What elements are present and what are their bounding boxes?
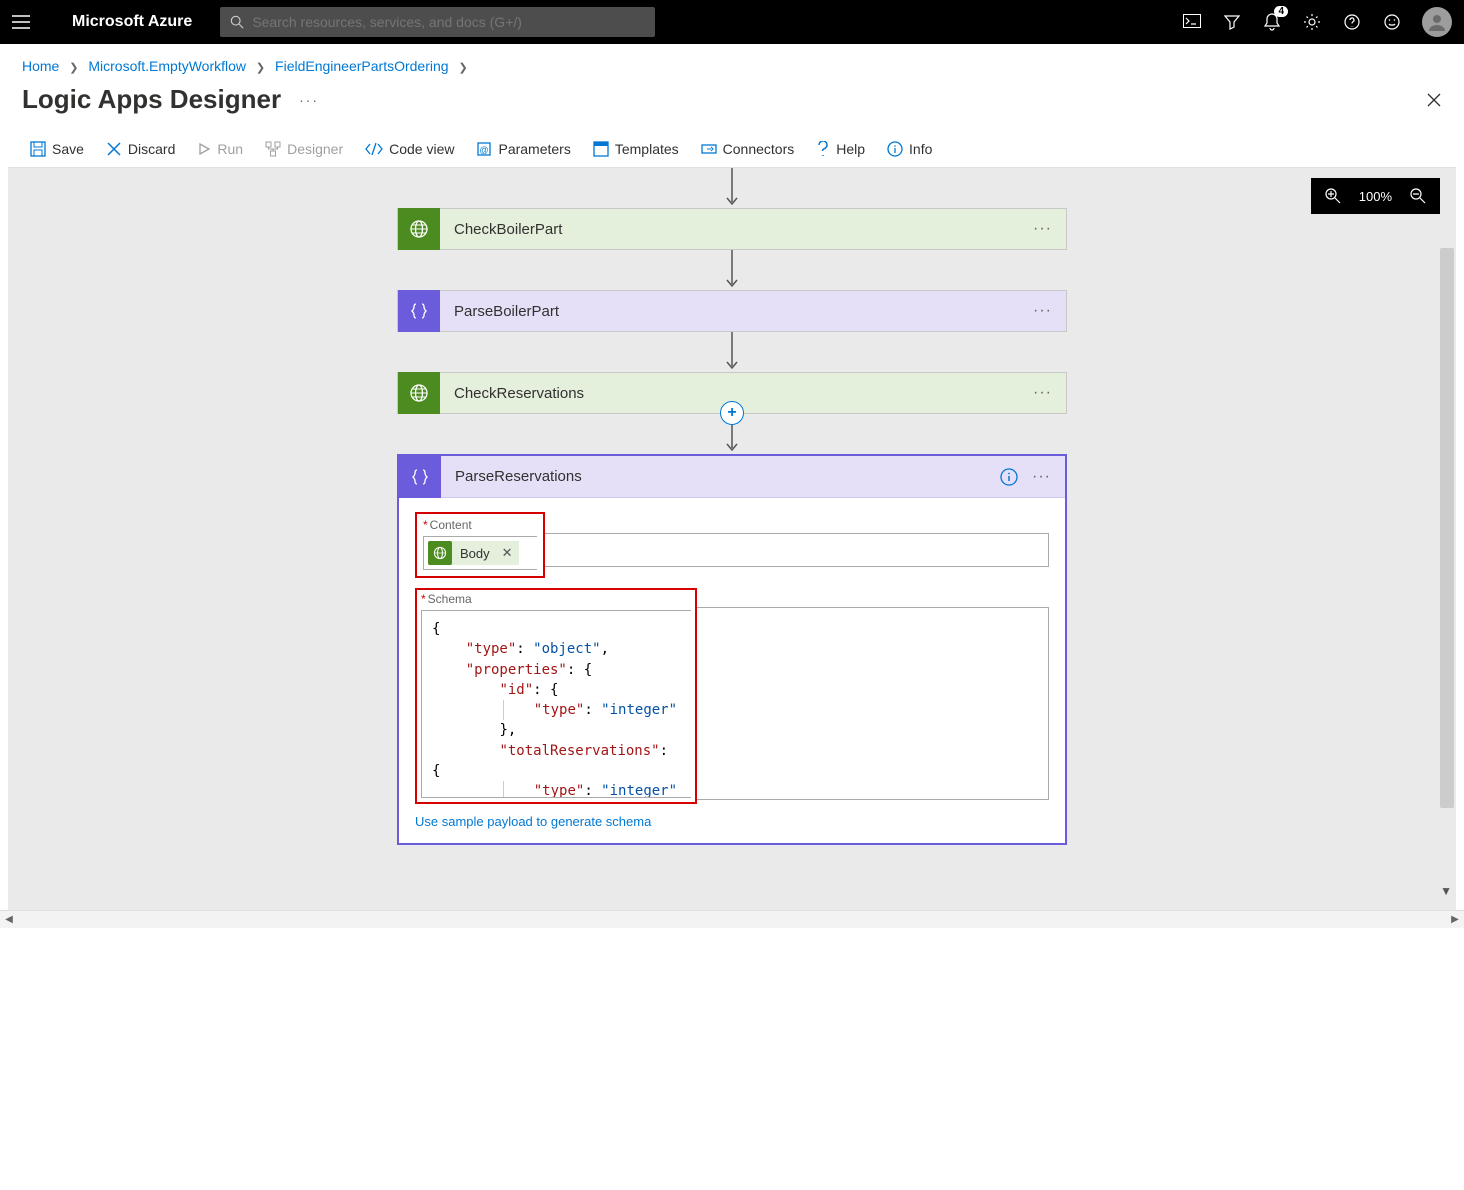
schema-field-highlight: *Schema { "type": "object", "properties"… — [415, 588, 697, 804]
chevron-right-icon: ❯ — [256, 62, 265, 74]
top-icons: 4 — [1182, 12, 1402, 32]
content-label: *Content — [423, 518, 537, 532]
page-title: Logic Apps Designer — [22, 84, 281, 115]
feedback-icon[interactable] — [1382, 12, 1402, 32]
globe-icon — [428, 541, 452, 565]
workflow: CheckBoilerPart ··· ParseBoilerPart ··· … — [397, 168, 1067, 845]
parameters-icon: @ — [476, 141, 492, 157]
command-bar: Save Discard Run Designer Code view @ Pa… — [8, 133, 1456, 168]
card-info-icon[interactable] — [1000, 468, 1018, 486]
sample-payload-link[interactable]: Use sample payload to generate schema — [415, 814, 651, 829]
breadcrumb: Home ❯ Microsoft.EmptyWorkflow ❯ FieldEn… — [0, 44, 1464, 80]
globe-icon — [398, 208, 440, 250]
chevron-right-icon: ❯ — [458, 62, 467, 74]
templates-icon — [593, 141, 609, 157]
help-cmd-icon — [816, 141, 830, 157]
arrow-icon — [725, 250, 739, 290]
info-button[interactable]: Info — [887, 141, 932, 157]
title-bar: Logic Apps Designer ··· — [0, 80, 1464, 133]
scroll-right-icon[interactable]: ▶ — [1446, 914, 1464, 925]
title-more-icon[interactable]: ··· — [299, 92, 319, 108]
filter-icon[interactable] — [1222, 12, 1242, 32]
connectors-button[interactable]: Connectors — [701, 141, 795, 157]
card-menu-icon[interactable]: ··· — [1032, 468, 1051, 486]
zoom-level: 100% — [1359, 189, 1392, 204]
body-token[interactable]: Body ✕ — [428, 541, 519, 565]
designer-canvas[interactable]: 100% ▼ CheckBoilerPart ··· ParseBoilerPa… — [8, 168, 1456, 910]
parameters-button[interactable]: @ Parameters — [476, 141, 570, 157]
card-menu-icon[interactable]: ··· — [1033, 220, 1052, 238]
braces-icon — [399, 456, 441, 498]
hamburger-icon[interactable] — [12, 15, 44, 29]
card-parse-reservations: ParseReservations ··· *Content — [397, 454, 1067, 845]
discard-button[interactable]: Discard — [106, 141, 175, 157]
templates-button[interactable]: Templates — [593, 141, 679, 157]
card-title: CheckBoilerPart — [440, 221, 562, 238]
card-menu-icon[interactable]: ··· — [1033, 384, 1052, 402]
zoom-control: 100% — [1311, 178, 1440, 214]
schema-editor[interactable]: { "type": "object", "properties": { "id"… — [421, 610, 691, 798]
card-menu-icon[interactable]: ··· — [1033, 302, 1052, 320]
play-icon — [197, 142, 211, 156]
content-field-highlight: *Content Body ✕ — [415, 512, 545, 578]
schema-editor-extension[interactable] — [697, 607, 1049, 800]
search-box[interactable] — [220, 7, 655, 37]
save-icon — [30, 141, 46, 157]
discard-icon — [106, 141, 122, 157]
code-icon — [365, 142, 383, 156]
close-icon[interactable] — [1426, 92, 1442, 108]
card-title: ParseReservations — [441, 468, 1000, 485]
chevron-right-icon: ❯ — [69, 62, 78, 74]
designer-icon — [265, 141, 281, 157]
top-bar: Microsoft Azure 4 — [0, 0, 1464, 44]
zoom-in-icon[interactable] — [1325, 188, 1341, 204]
braces-icon — [398, 290, 440, 332]
schema-label: *Schema — [421, 592, 691, 606]
arrow-icon — [725, 168, 739, 208]
cloud-shell-icon[interactable] — [1182, 12, 1202, 32]
svg-text:@: @ — [480, 145, 489, 155]
info-icon — [887, 141, 903, 157]
search-input[interactable] — [252, 14, 645, 30]
help-button[interactable]: Help — [816, 141, 865, 157]
connectors-icon — [701, 142, 717, 156]
globe-icon — [398, 372, 440, 414]
card-title: ParseBoilerPart — [440, 303, 559, 320]
content-input-extension[interactable] — [545, 533, 1049, 567]
breadcrumb-home[interactable]: Home — [22, 58, 59, 74]
vertical-scrollbar[interactable] — [1440, 248, 1454, 808]
card-header[interactable]: ParseReservations ··· — [399, 456, 1065, 498]
scroll-down-icon[interactable]: ▼ — [1440, 884, 1452, 898]
search-icon — [230, 15, 244, 29]
card-check-boiler-part[interactable]: CheckBoilerPart ··· — [397, 208, 1067, 250]
brand-label: Microsoft Azure — [72, 13, 192, 31]
content-input[interactable]: Body ✕ — [423, 536, 537, 570]
card-body: *Content Body ✕ — [399, 498, 1065, 843]
notifications-icon[interactable]: 4 — [1262, 12, 1282, 32]
card-title: CheckReservations — [440, 385, 584, 402]
arrow-icon: + — [725, 414, 739, 454]
help-icon[interactable] — [1342, 12, 1362, 32]
breadcrumb-ordering[interactable]: FieldEngineerPartsOrdering — [275, 58, 449, 74]
horizontal-scrollbar[interactable]: ◀ ▶ — [0, 910, 1464, 928]
breadcrumb-workflow[interactable]: Microsoft.EmptyWorkflow — [88, 58, 246, 74]
avatar[interactable] — [1422, 7, 1452, 37]
run-button: Run — [197, 141, 243, 157]
arrow-icon — [725, 332, 739, 372]
codeview-button[interactable]: Code view — [365, 141, 454, 157]
scroll-left-icon[interactable]: ◀ — [0, 914, 18, 925]
save-button[interactable]: Save — [30, 141, 84, 157]
designer-button: Designer — [265, 141, 343, 157]
notification-badge: 4 — [1274, 6, 1288, 17]
zoom-out-icon[interactable] — [1410, 188, 1426, 204]
settings-icon[interactable] — [1302, 12, 1322, 32]
remove-token-icon[interactable]: ✕ — [498, 545, 517, 561]
card-parse-boiler-part[interactable]: ParseBoilerPart ··· — [397, 290, 1067, 332]
add-step-button[interactable]: + — [720, 401, 744, 425]
